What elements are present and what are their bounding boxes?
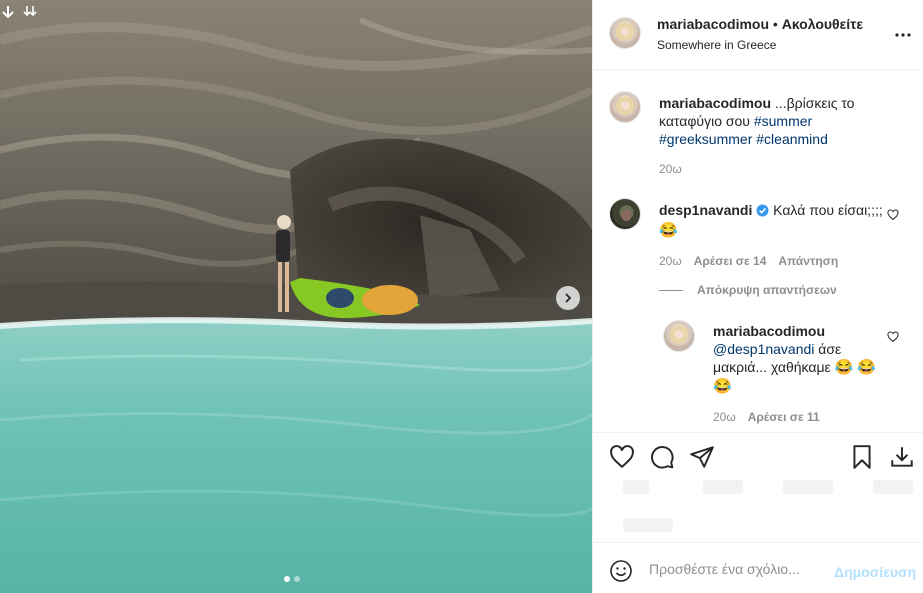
blur-placeholder — [623, 518, 673, 532]
reply-author-avatar[interactable] — [663, 320, 695, 352]
caption-username[interactable]: mariabacodimou — [659, 95, 771, 111]
commenter-avatar[interactable] — [609, 198, 641, 230]
laughing-emoji: 😂 — [713, 378, 732, 395]
download-icon[interactable] — [889, 444, 915, 470]
heart-icon[interactable] — [609, 444, 635, 470]
smiley-icon[interactable] — [609, 559, 633, 583]
comments-list[interactable]: mariabacodimou ...βρίσκεις το καταφύγιο … — [593, 70, 923, 432]
reply-time[interactable]: 20ω — [713, 410, 736, 424]
double-arrow-icon[interactable] — [22, 4, 38, 25]
comment-meta: 20ω Αρέσει σε 14 Απάντηση — [659, 254, 885, 268]
caption-time[interactable]: 20ω — [659, 162, 682, 176]
blurred-likes-area — [593, 470, 923, 542]
blur-placeholder — [703, 480, 743, 494]
comment-text: desp1navandi Καλά που είσαι;;;; 😂 — [659, 201, 885, 240]
caption-text: mariabacodimou ...βρίσκεις το καταφύγιο … — [659, 94, 907, 148]
following-button[interactable]: Ακολουθείτε — [782, 16, 863, 32]
post-header: mariabacodimou • Ακολουθείτε Somewhere i… — [593, 0, 923, 70]
blur-placeholder — [873, 480, 913, 494]
reply-likes[interactable]: Αρέσει σε 11 — [748, 410, 820, 424]
reply-item: mariabacodimou @desp1navandi άσε μακριά.… — [713, 322, 878, 424]
comment-body: Καλά που είσαι;;;; — [773, 202, 883, 218]
reply-like-heart-icon[interactable] — [887, 330, 899, 343]
hide-replies-label: Απόκρυψη απαντήσεων — [697, 283, 837, 297]
caption: mariabacodimou ...βρίσκεις το καταφύγιο … — [659, 94, 907, 176]
reply-username[interactable]: mariabacodimou — [713, 323, 825, 339]
location-link[interactable]: Somewhere in Greece — [657, 38, 776, 52]
comment-item: desp1navandi Καλά που είσαι;;;; 😂 20ω Αρ… — [659, 201, 885, 268]
hide-replies-button[interactable]: Απόκρυψη απαντήσεων — [659, 283, 837, 297]
reply-meta: 20ω Αρέσει σε 11 — [713, 410, 878, 424]
carousel-indicator — [284, 576, 300, 582]
reply-button[interactable]: Απάντηση — [778, 254, 838, 268]
caption-author-avatar[interactable] — [609, 91, 641, 123]
comment-input[interactable] — [649, 558, 829, 580]
carousel-dot-active — [284, 576, 290, 582]
sea-cave-photo — [0, 0, 592, 593]
post-side-panel: mariabacodimou • Ακολουθείτε Somewhere i… — [592, 0, 923, 593]
download-arrow-icon[interactable] — [0, 4, 16, 25]
carousel-next-button[interactable] — [556, 286, 580, 310]
add-comment-bar: Δημοσίευση — [593, 542, 923, 593]
laughing-emoji: 😂 — [659, 222, 678, 239]
mention-link[interactable]: @desp1navandi — [713, 341, 814, 357]
carousel-dot — [294, 576, 300, 582]
comment-likes[interactable]: Αρέσει σε 14 — [694, 254, 767, 268]
header-username-row: mariabacodimou • Ακολουθείτε — [657, 16, 863, 32]
post-comment-button[interactable]: Δημοσίευση — [834, 564, 916, 580]
hashtag-link[interactable]: #summer — [754, 113, 812, 129]
author-avatar[interactable] — [609, 17, 641, 49]
header-follow-status: • Ακολουθείτε — [773, 16, 863, 32]
blur-placeholder — [783, 480, 833, 494]
paper-plane-icon[interactable] — [689, 444, 715, 470]
comment-username[interactable]: desp1navandi — [659, 202, 752, 218]
verified-badge-icon — [756, 203, 769, 221]
comment-time[interactable]: 20ω — [659, 254, 682, 268]
header-username[interactable]: mariabacodimou — [657, 16, 769, 32]
more-horizontal-icon[interactable] — [894, 26, 912, 44]
comment-bubble-icon[interactable] — [649, 444, 675, 470]
hashtag-link[interactable]: #greeksummer — [659, 131, 752, 147]
caption-meta: 20ω — [659, 162, 907, 176]
comment-like-heart-icon[interactable] — [887, 208, 899, 221]
chevron-right-icon — [565, 293, 572, 303]
hashtag-link[interactable]: #cleanmind — [756, 131, 828, 147]
hide-replies-line — [659, 289, 683, 291]
reply-text: mariabacodimou @desp1navandi άσε μακριά.… — [713, 322, 878, 396]
laughing-emoji: 😂 — [857, 359, 876, 376]
laughing-emoji: 😂 — [834, 359, 854, 376]
blur-placeholder — [623, 480, 649, 494]
separator-dot: • — [772, 16, 778, 32]
post-photo[interactable] — [0, 0, 592, 593]
bookmark-icon[interactable] — [849, 444, 875, 470]
instagram-post-view: mariabacodimou • Ακολουθείτε Somewhere i… — [0, 0, 923, 593]
media-overlay-icons — [0, 4, 38, 25]
